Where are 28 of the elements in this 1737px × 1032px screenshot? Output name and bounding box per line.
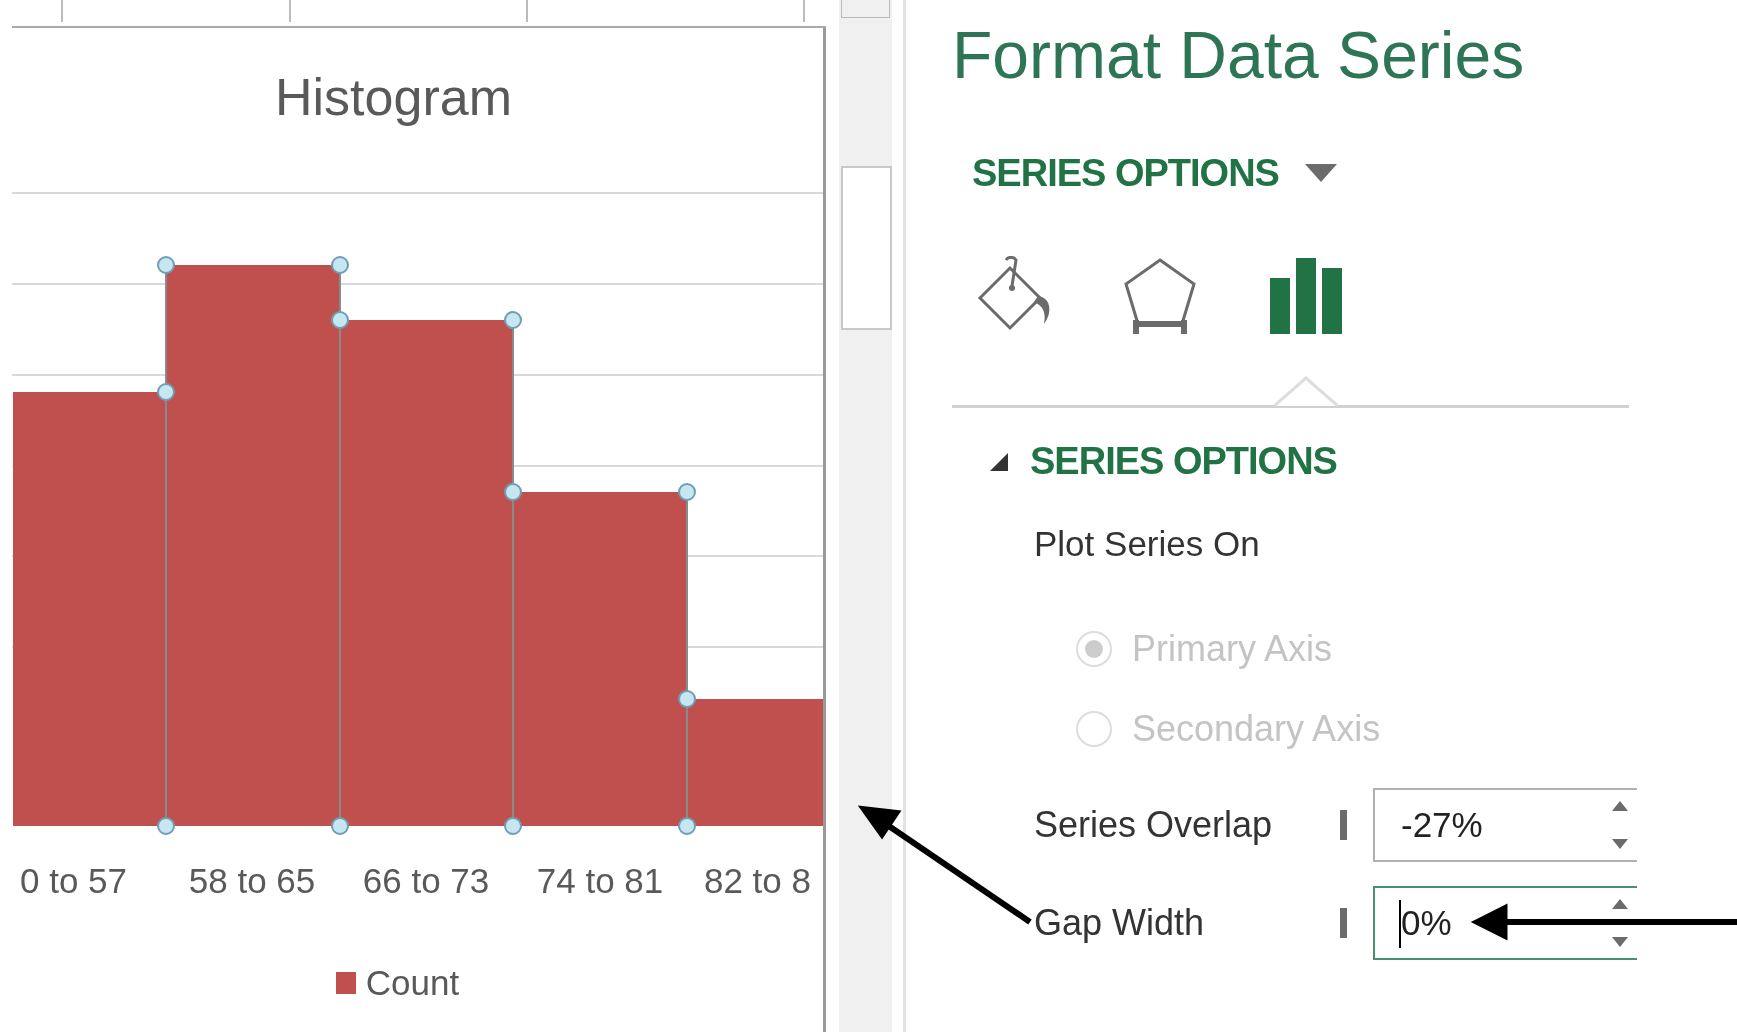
tab-pointer-icon [1274,376,1338,408]
axis-label: 66 to 73 [362,861,490,900]
slider-thumb[interactable] [1340,810,1347,840]
panel-title: Format Data Series [952,22,1525,88]
chart-area[interactable]: Histogram 0 to 57 58 to 65 66 to 73 74 to 81 82 to 8 Count [12,28,826,1032]
scrollbar-thumb[interactable] [841,166,892,330]
spin-down-icon[interactable] [1611,936,1629,948]
chart-title: Histogram [274,67,513,128]
scrollbar[interactable] [839,0,892,1032]
spin-down-icon[interactable] [1611,838,1629,850]
bar-chart-icon [1268,256,1344,336]
field-label: Gap Width [1034,902,1206,944]
spin-up-icon[interactable] [1611,898,1629,910]
spin-up-icon[interactable] [1611,800,1629,812]
histogram-bars-drawing[interactable] [13,256,823,835]
field-label: Plot Series On [1034,524,1260,564]
axis-label: 74 to 81 [536,861,664,900]
axis-label: 0 to 57 [20,861,128,900]
axis-label: 82 to 8 [703,861,811,900]
field-label: Series Overlap [1034,804,1274,846]
spin-field[interactable]: 0% [1373,886,1637,960]
legend-label: Count [365,963,460,1003]
caret-icon [1304,163,1337,184]
slider-thumb[interactable] [1340,908,1347,938]
axis-label: 58 to 65 [188,861,316,900]
options-dropdown[interactable]: SERIES OPTIONS [972,152,1337,195]
spin-field[interactable]: -27% [1373,788,1637,862]
section-header[interactable]: SERIES OPTIONS [988,440,1337,483]
